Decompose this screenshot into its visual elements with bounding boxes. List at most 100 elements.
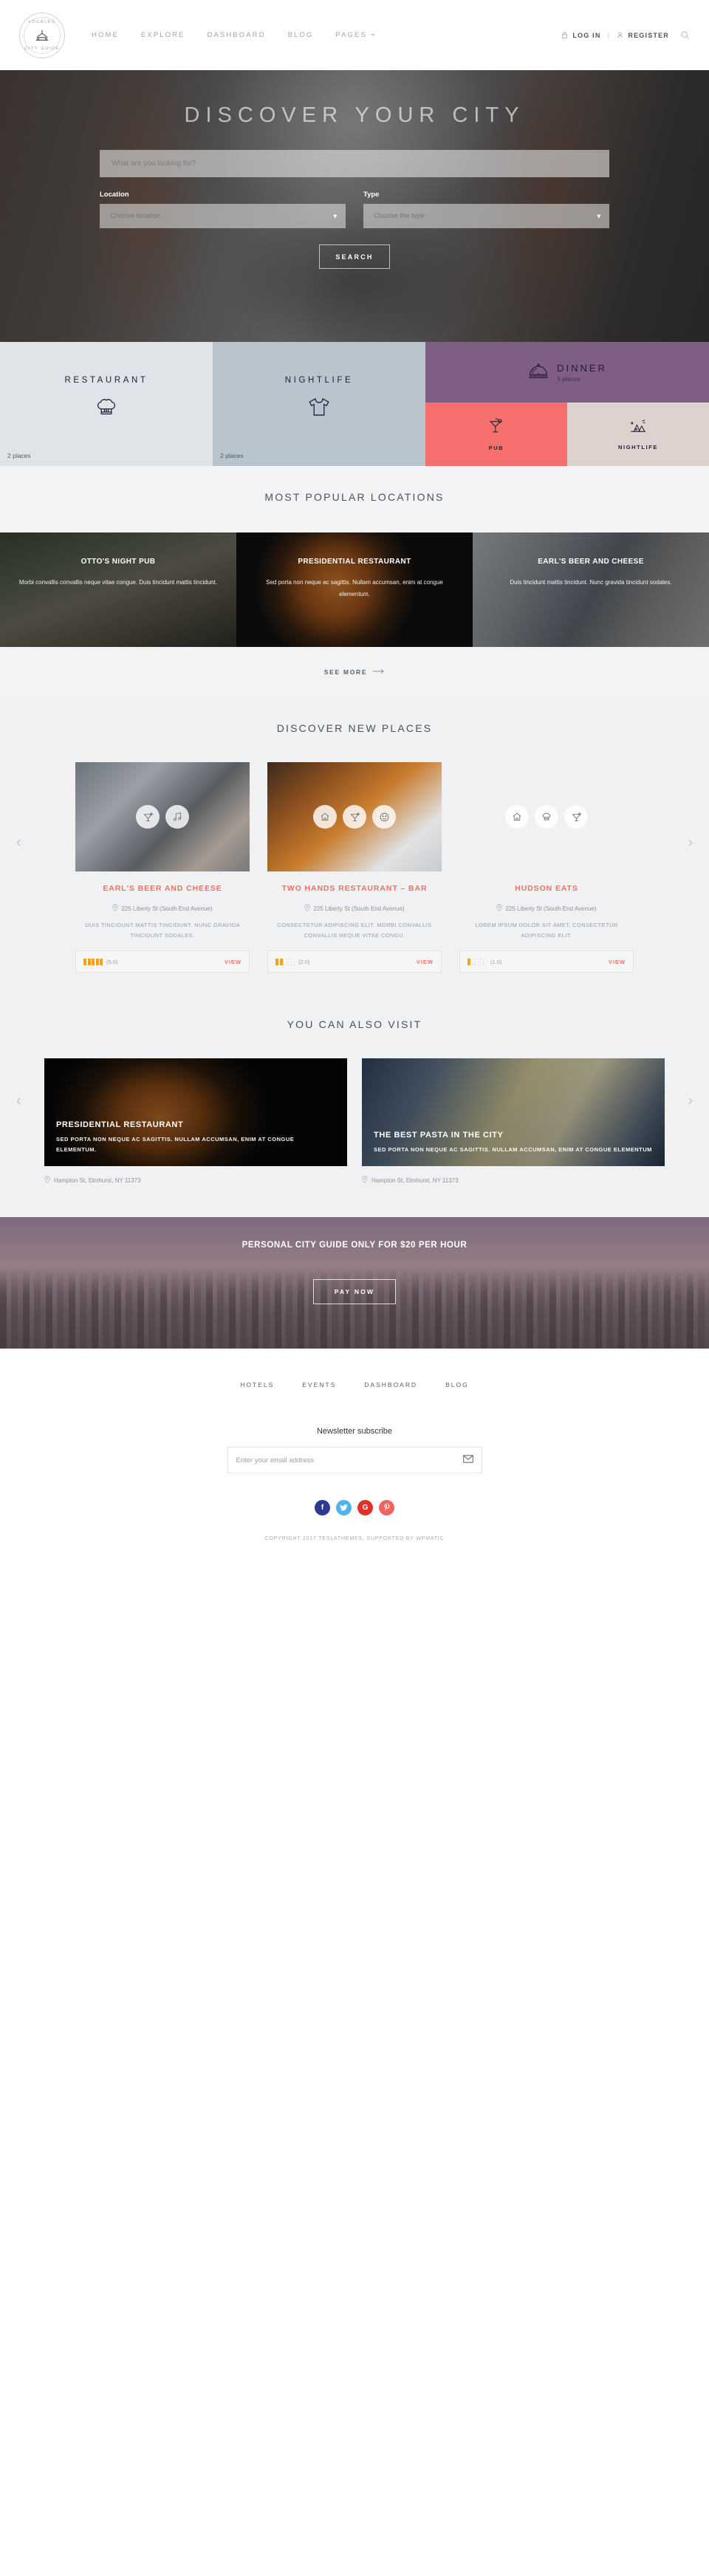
site-logo[interactable]: LOCALES CITY GUIDE xyxy=(19,12,65,58)
popular-tile-title: PRESIDENTIAL RESTAURANT xyxy=(298,558,411,566)
cocktail-icon xyxy=(564,805,588,829)
carousel-next-button[interactable]: › xyxy=(688,834,693,851)
category-tile-nightlife[interactable]: NIGHTLIFE 2 places xyxy=(213,342,425,466)
card-view-link[interactable]: VIEW xyxy=(609,959,626,965)
footer-link-blog[interactable]: BLOG xyxy=(445,1381,469,1388)
rating-bars xyxy=(467,958,487,965)
cocktail-icon xyxy=(136,805,160,829)
search-button[interactable]: SEARCH xyxy=(319,244,390,269)
nav-item-blog[interactable]: BLOG xyxy=(288,31,314,39)
visit-card-address: Hampton St, Elmhurst, NY 11373 xyxy=(44,1175,347,1185)
place-card[interactable]: HUDSON EATS 225 Liberty St (South End Av… xyxy=(459,762,634,973)
home-icon xyxy=(313,805,337,829)
category-tile-restaurant[interactable]: RESTAURANT 2 places xyxy=(0,342,213,466)
popular-tile-desc: Duis tincidunt mattis tincidunt. Nunc gr… xyxy=(510,579,672,586)
see-more-button[interactable]: SEE MORE xyxy=(324,668,385,676)
card-address-text: 225 Liberty St (South End Avenue) xyxy=(505,905,597,912)
place-card[interactable]: EARL'S BEER AND CHEESE 225 Liberty St (S… xyxy=(75,762,250,973)
card-title: EARL'S BEER AND CHEESE xyxy=(103,884,222,893)
card-view-link[interactable]: VIEW xyxy=(417,959,434,965)
envelope-icon[interactable] xyxy=(462,1453,473,1467)
nav-item-pages[interactable]: PAGES xyxy=(335,31,375,39)
category-count: 3 places xyxy=(557,374,580,383)
visit-card-image: PRESIDENTIAL RESTAURANT SED PORTA NON NE… xyxy=(44,1058,347,1166)
card-view-link[interactable]: VIEW xyxy=(225,959,242,965)
see-more-label: SEE MORE xyxy=(323,668,368,676)
card-address-text: 225 Liberty St (South End Avenue) xyxy=(313,905,405,912)
nav-item-home[interactable]: HOME xyxy=(92,31,119,39)
card-rating: (1.0) xyxy=(467,958,501,965)
popular-tile[interactable]: EARL'S BEER AND CHEESE Duis tincidunt ma… xyxy=(473,532,709,647)
visit-card-desc: SED PORTA NON NEQUE AC SAGITTIS. NULLAM … xyxy=(56,1135,295,1154)
card-rating: (2.0) xyxy=(275,958,310,965)
map-pin-icon xyxy=(44,1175,50,1185)
cloche-icon xyxy=(527,362,549,383)
card-description: CONSECTETUR ADIPISCING ELIT. MORBI CONVA… xyxy=(277,922,432,939)
header-divider: | xyxy=(607,30,610,40)
card-description: DUIS TINCIDUNT MATTIS TINCIDUNT. NUNC GR… xyxy=(85,922,240,939)
footer-link-hotels[interactable]: HOTELS xyxy=(240,1381,274,1388)
also-visit-section: YOU CAN ALSO VISIT ‹ › PRESIDENTIAL REST… xyxy=(0,984,709,1218)
facebook-icon[interactable]: f xyxy=(315,1500,330,1516)
popular-tile[interactable]: OTTO'S NIGHT PUB Morbi convallis convall… xyxy=(0,532,236,647)
location-select[interactable]: Choose location xyxy=(100,204,346,228)
nav-item-explore[interactable]: EXPLORE xyxy=(141,31,185,39)
category-tile-dinner[interactable]: DINNER 3 places xyxy=(425,342,709,402)
main-nav: HOME EXPLORE DASHBOARD BLOG PAGES xyxy=(92,31,375,39)
category-tile-pub[interactable]: PUB xyxy=(425,402,567,466)
popular-tile-list: OTTO'S NIGHT PUB Morbi convallis convall… xyxy=(0,532,709,647)
visit-card[interactable]: THE BEST PASTA IN THE CITY SED PORTA NON… xyxy=(362,1058,665,1185)
pinterest-icon[interactable] xyxy=(379,1500,394,1516)
newsletter-title: Newsletter subscribe xyxy=(316,1427,393,1436)
popular-tile-desc: Sed porta non neque ac sagittis. Nullam … xyxy=(266,579,443,597)
carousel-prev-button[interactable]: ‹ xyxy=(16,834,21,851)
copyright-text: COPYRIGHT 2017 TESLATHEMES, SUPPORTED BY… xyxy=(264,1536,445,1542)
visit-next-button[interactable]: › xyxy=(688,1092,693,1109)
popular-tile[interactable]: PRESIDENTIAL RESTAURANT Sed porta non ne… xyxy=(236,532,473,647)
discover-card-list: EARL'S BEER AND CHEESE 225 Liberty St (S… xyxy=(0,762,709,973)
visit-prev-button[interactable]: ‹ xyxy=(16,1092,21,1109)
card-address: 225 Liberty St (South End Avenue) xyxy=(75,904,250,913)
map-pin-icon xyxy=(362,1175,368,1185)
popular-tile-title: OTTO'S NIGHT PUB xyxy=(81,558,156,566)
visit-card-image: THE BEST PASTA IN THE CITY SED PORTA NON… xyxy=(362,1058,665,1166)
location-label: Location xyxy=(100,191,129,199)
login-label: LOG IN xyxy=(572,31,601,39)
bridge-icon xyxy=(34,28,50,43)
rating-value: (2.0) xyxy=(298,958,310,965)
category-tile-nightlife-small[interactable]: NIGHTLIFE xyxy=(567,402,709,466)
google-plus-icon[interactable]: G xyxy=(357,1500,373,1516)
card-footer: (2.0) VIEW xyxy=(267,950,442,973)
nav-item-dashboard[interactable]: DASHBOARD xyxy=(208,31,266,39)
footer-nav: HOTELS EVENTS DASHBOARD BLOG xyxy=(0,1381,709,1388)
section-title-discover: DISCOVER NEW PLACES xyxy=(276,722,433,734)
register-button[interactable]: REGISTER xyxy=(616,31,669,39)
map-pin-icon xyxy=(112,904,119,913)
cocktail-icon xyxy=(343,805,366,829)
search-icon[interactable] xyxy=(680,30,690,40)
type-label: Type xyxy=(363,191,380,199)
visit-card-address: Hampton St, Elmhurst, NY 11373 xyxy=(362,1175,665,1185)
rating-bars xyxy=(275,958,295,965)
map-pin-icon xyxy=(496,904,503,913)
search-input[interactable] xyxy=(100,150,609,177)
footer-link-events[interactable]: EVENTS xyxy=(302,1381,336,1388)
smiley-icon xyxy=(372,805,396,829)
footer-link-dashboard[interactable]: DASHBOARD xyxy=(364,1381,417,1388)
newsletter-email-input[interactable] xyxy=(236,1456,463,1465)
user-icon xyxy=(616,31,624,39)
twitter-icon[interactable] xyxy=(336,1500,352,1516)
login-button[interactable]: LOG IN xyxy=(561,31,600,39)
visit-card[interactable]: PRESIDENTIAL RESTAURANT SED PORTA NON NE… xyxy=(44,1058,347,1185)
visit-card-title: PRESIDENTIAL RESTAURANT xyxy=(56,1120,184,1129)
place-card[interactable]: TWO HANDS RESTAURANT – BAR 225 Liberty S… xyxy=(267,762,442,973)
card-title: TWO HANDS RESTAURANT – BAR xyxy=(281,884,428,893)
also-visit-card-list: PRESIDENTIAL RESTAURANT SED PORTA NON NE… xyxy=(0,1058,709,1185)
card-badge-list xyxy=(459,805,634,829)
see-more-bar: SEE MORE xyxy=(0,647,709,700)
site-footer: HOTELS EVENTS DASHBOARD BLOG Newsletter … xyxy=(0,1349,709,1558)
type-select[interactable]: Choose the type xyxy=(363,204,609,228)
section-title-also-visit: YOU CAN ALSO VISIT xyxy=(287,1018,422,1031)
pay-now-button[interactable]: PAY NOW xyxy=(313,1279,396,1305)
card-address: 225 Liberty St (South End Avenue) xyxy=(267,904,442,913)
